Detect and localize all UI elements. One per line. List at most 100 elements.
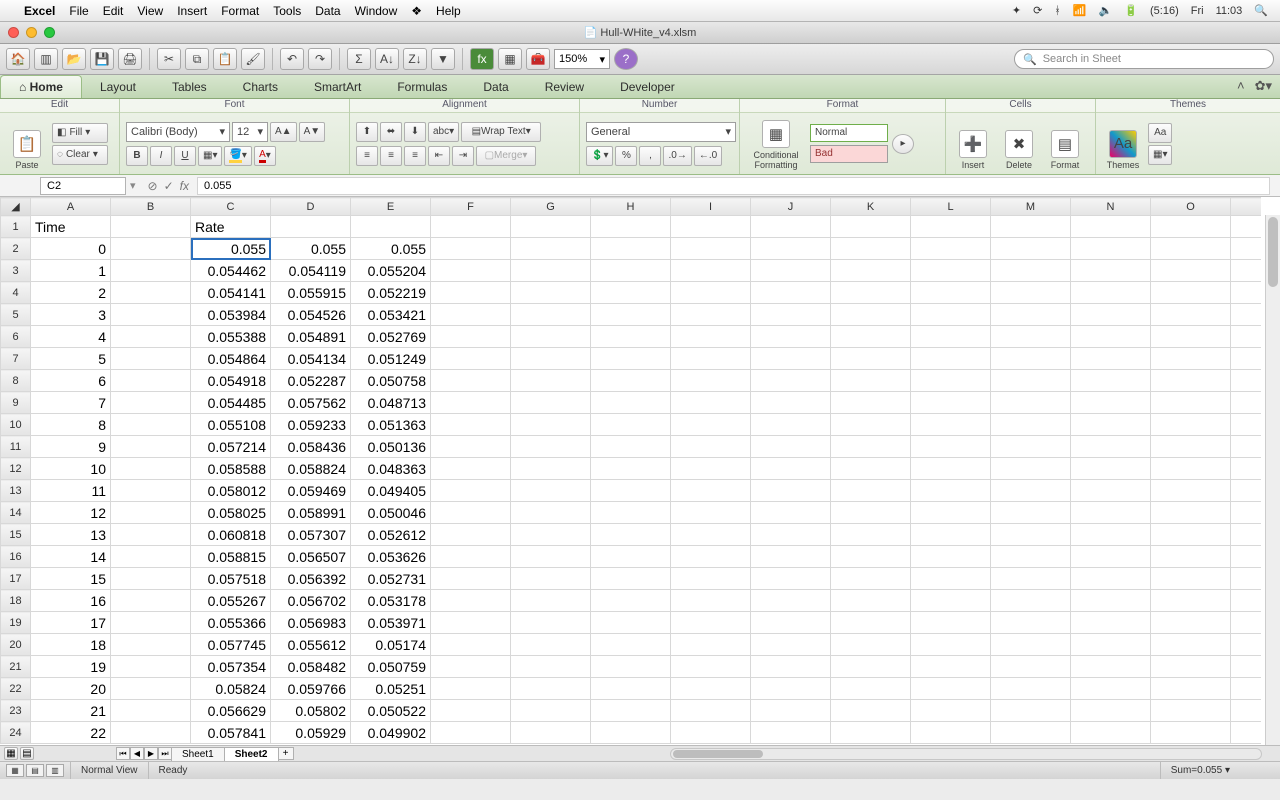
cell-D2[interactable]: 0.055 [271, 238, 351, 260]
cell-B2[interactable] [111, 238, 191, 260]
cell-B4[interactable] [111, 282, 191, 304]
cell-C10[interactable]: 0.055108 [191, 414, 271, 436]
merge-button[interactable]: ▢ Merge ▾ [476, 146, 536, 166]
cell-I21[interactable] [671, 656, 751, 678]
align-left-button[interactable]: ≡ [356, 146, 378, 166]
orientation-button[interactable]: abc▾ [428, 122, 459, 142]
row-header-17[interactable]: 17 [1, 568, 31, 590]
cell-J16[interactable] [751, 546, 831, 568]
cell-F2[interactable] [431, 238, 511, 260]
cell-C5[interactable]: 0.053984 [191, 304, 271, 326]
cell-N21[interactable] [1071, 656, 1151, 678]
sheet-nav-first[interactable]: ⏮ [116, 747, 130, 760]
cell-L6[interactable] [911, 326, 991, 348]
cell-B11[interactable] [111, 436, 191, 458]
cell-L16[interactable] [911, 546, 991, 568]
font-name-select[interactable]: Calibri (Body)▾ [126, 122, 230, 142]
cell-O22[interactable] [1151, 678, 1231, 700]
cell-M3[interactable] [991, 260, 1071, 282]
cell-I3[interactable] [671, 260, 751, 282]
cell-O5[interactable] [1151, 304, 1231, 326]
cell-B24[interactable] [111, 722, 191, 744]
cell-E1[interactable] [351, 216, 431, 238]
cell-I15[interactable] [671, 524, 751, 546]
cell-G23[interactable] [511, 700, 591, 722]
cell-H15[interactable] [591, 524, 671, 546]
cell-B15[interactable] [111, 524, 191, 546]
cell-K11[interactable] [831, 436, 911, 458]
row-header-2[interactable]: 2 [1, 238, 31, 260]
cell-F3[interactable] [431, 260, 511, 282]
cell-F9[interactable] [431, 392, 511, 414]
tab-developer[interactable]: Developer [602, 76, 693, 98]
cell-E3[interactable]: 0.055204 [351, 260, 431, 282]
cell-L19[interactable] [911, 612, 991, 634]
cell-F23[interactable] [431, 700, 511, 722]
cell-M20[interactable] [991, 634, 1071, 656]
underline-button[interactable]: U [174, 146, 196, 166]
cell-C1[interactable]: Rate [191, 216, 271, 238]
cell-D15[interactable]: 0.057307 [271, 524, 351, 546]
column-header-I[interactable]: I [671, 198, 751, 216]
cell-F5[interactable] [431, 304, 511, 326]
cell-I4[interactable] [671, 282, 751, 304]
cell-D18[interactable]: 0.056702 [271, 590, 351, 612]
cell-G10[interactable] [511, 414, 591, 436]
cell-B19[interactable] [111, 612, 191, 634]
cell-G4[interactable] [511, 282, 591, 304]
cell-N10[interactable] [1071, 414, 1151, 436]
cell-L1[interactable] [911, 216, 991, 238]
cell-A22[interactable]: 20 [31, 678, 111, 700]
cell-E22[interactable]: 0.05251 [351, 678, 431, 700]
cell-O14[interactable] [1151, 502, 1231, 524]
cell-I20[interactable] [671, 634, 751, 656]
cell-O8[interactable] [1151, 370, 1231, 392]
add-sheet-button[interactable]: + [278, 747, 294, 760]
column-header-J[interactable]: J [751, 198, 831, 216]
cell-M21[interactable] [991, 656, 1071, 678]
vertical-scrollbar[interactable] [1265, 215, 1280, 745]
cell-M10[interactable] [991, 414, 1071, 436]
cell-L2[interactable] [911, 238, 991, 260]
cell-K14[interactable] [831, 502, 911, 524]
cell-I8[interactable] [671, 370, 751, 392]
cell-L3[interactable] [911, 260, 991, 282]
cell-D4[interactable]: 0.055915 [271, 282, 351, 304]
cell-J7[interactable] [751, 348, 831, 370]
cell-D13[interactable]: 0.059469 [271, 480, 351, 502]
cell-K19[interactable] [831, 612, 911, 634]
cell-H17[interactable] [591, 568, 671, 590]
cell-N7[interactable] [1071, 348, 1151, 370]
conditional-formatting-button[interactable]: ▦ Conditional Formatting [746, 118, 806, 170]
cell-N22[interactable] [1071, 678, 1151, 700]
cell-F15[interactable] [431, 524, 511, 546]
cell-I23[interactable] [671, 700, 751, 722]
cell-M12[interactable] [991, 458, 1071, 480]
gallery-button[interactable]: ▦ [498, 48, 522, 70]
cell-M22[interactable] [991, 678, 1071, 700]
cell-J19[interactable] [751, 612, 831, 634]
cell-E21[interactable]: 0.050759 [351, 656, 431, 678]
cell-N23[interactable] [1071, 700, 1151, 722]
cell-A23[interactable]: 21 [31, 700, 111, 722]
row-header-7[interactable]: 7 [1, 348, 31, 370]
cell-D9[interactable]: 0.057562 [271, 392, 351, 414]
cell-A7[interactable]: 5 [31, 348, 111, 370]
cell-G9[interactable] [511, 392, 591, 414]
cell-D16[interactable]: 0.056507 [271, 546, 351, 568]
cell-D8[interactable]: 0.052287 [271, 370, 351, 392]
column-header-C[interactable]: C [191, 198, 271, 216]
cell-K6[interactable] [831, 326, 911, 348]
cell-M7[interactable] [991, 348, 1071, 370]
borders-button[interactable]: ▦▾ [198, 146, 222, 166]
cell-O11[interactable] [1151, 436, 1231, 458]
cell-L11[interactable] [911, 436, 991, 458]
cell-O1[interactable] [1151, 216, 1231, 238]
cell-H7[interactable] [591, 348, 671, 370]
cell-N9[interactable] [1071, 392, 1151, 414]
cell-M17[interactable] [991, 568, 1071, 590]
cell-K18[interactable] [831, 590, 911, 612]
cell-H19[interactable] [591, 612, 671, 634]
cell-L9[interactable] [911, 392, 991, 414]
cell-J20[interactable] [751, 634, 831, 656]
